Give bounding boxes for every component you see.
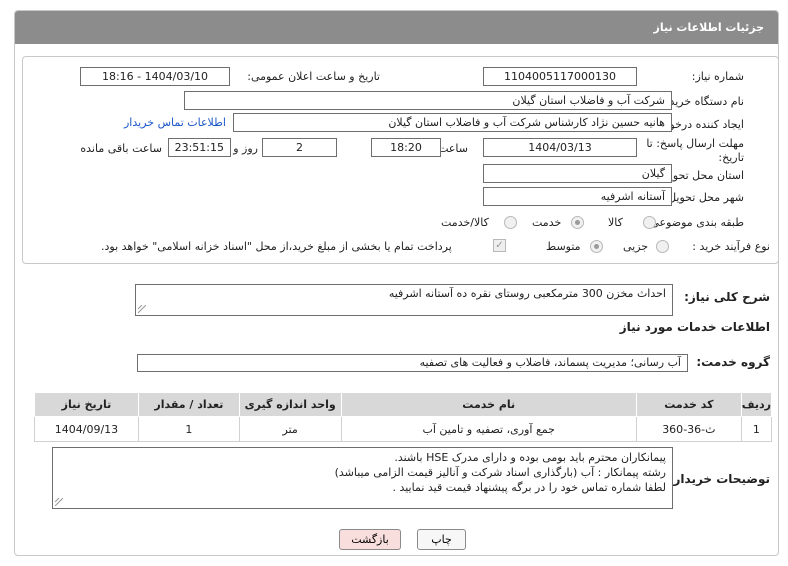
city-field: آستانه اشرفیه: [483, 187, 672, 206]
col-quantity: تعداد / مقدار: [137, 392, 240, 417]
summary-text: احداث مخزن 300 مترمکعبی روستای نقره ده آ…: [388, 287, 666, 300]
deadline-date-field: 1404/03/13: [483, 138, 637, 157]
cell-quantity: 1: [137, 416, 240, 442]
col-service-code: کد خدمت: [635, 392, 742, 417]
announce-field: 1404/03/10 - 18:16: [80, 67, 230, 86]
buyer-org-field: شرکت آب و فاضلاب استان گیلان: [184, 91, 672, 110]
category-option-service: خدمت: [532, 216, 562, 229]
table-row: 1 ث-36-360 جمع آوری، تصفیه و تامین آب مت…: [34, 416, 773, 442]
process-radio-minor[interactable]: [656, 240, 669, 253]
days-field: 2: [262, 138, 337, 157]
window-title: جزئیات اطلاعات نیاز: [15, 11, 778, 44]
category-radio-goods[interactable]: [643, 216, 656, 229]
service-group-field: آب رسانی؛ مدیریت پسماند، فاضلاب و فعالیت…: [137, 354, 688, 372]
print-button[interactable]: چاپ: [417, 529, 466, 550]
treasury-payment-checkbox[interactable]: ✓: [493, 239, 506, 252]
cell-row: 1: [740, 416, 773, 442]
need-number-field: 1104005117000130: [483, 67, 637, 86]
category-radio-goods-service[interactable]: [504, 216, 517, 229]
cell-service-name: جمع آوری، تصفیه و تامین آب: [340, 416, 637, 442]
category-option-goods: کالا: [608, 216, 623, 229]
deadline-time-label: ساعت: [438, 142, 468, 155]
buyer-contact-link[interactable]: اطلاعات تماس خریدار: [124, 116, 226, 129]
need-number-label: شماره نیاز:: [691, 70, 744, 83]
back-button[interactable]: بازگشت: [339, 529, 401, 550]
remaining-time-field: 23:51:15: [168, 138, 231, 157]
requester-field: هانیه حسین نژاد کارشناس شرکت آب و فاضلاب…: [233, 113, 672, 132]
buyer-notes-textarea[interactable]: پیمانکاران محترم باید بومی بوده و دارای …: [52, 447, 673, 509]
category-option-goods-service: کالا/خدمت: [441, 216, 489, 229]
services-section-title: اطلاعات خدمات مورد نیاز: [619, 320, 770, 334]
process-label: نوع فرآیند خرید :: [692, 240, 770, 253]
cell-unit: متر: [238, 416, 342, 442]
process-option-minor: جزیی: [623, 240, 649, 253]
services-table: ردیف کد خدمت نام خدمت واحد اندازه گیری ت…: [34, 392, 773, 442]
summary-textarea[interactable]: احداث مخزن 300 مترمکعبی روستای نقره ده آ…: [135, 284, 673, 316]
deadline-time-field: 18:20: [371, 138, 441, 157]
days-label: روز و: [233, 142, 258, 155]
buyer-notes-line: پیمانکاران محترم باید بومی بوده و دارای …: [394, 451, 666, 464]
col-need-date: تاریخ نیاز: [34, 392, 139, 417]
category-radio-service[interactable]: [571, 216, 584, 229]
cell-service-code: ث-36-360: [635, 416, 742, 442]
resize-grip-icon[interactable]: [55, 498, 63, 506]
remaining-label: ساعت باقی مانده: [80, 142, 162, 155]
buyer-notes-line: لطفا شماره تماس خود را در برگه پیشنهاد ق…: [392, 481, 666, 494]
summary-label: شرح کلی نیاز:: [684, 290, 770, 304]
cell-need-date: 1404/09/13: [34, 416, 139, 442]
process-option-medium: متوسط: [546, 240, 581, 253]
col-unit: واحد اندازه گیری: [238, 392, 342, 417]
service-group-label: گروه خدمت:: [696, 355, 770, 369]
process-radio-medium[interactable]: [590, 240, 603, 253]
col-service-name: نام خدمت: [340, 392, 637, 417]
buyer-notes-label: توضیحات خریدار:: [668, 472, 770, 486]
table-header-row: ردیف کد خدمت نام خدمت واحد اندازه گیری ت…: [34, 392, 773, 417]
announce-label: تاریخ و ساعت اعلان عمومی:: [247, 70, 380, 83]
buyer-notes-line: رشته پیمانکار : آب (بارگذاری اسناد شرکت …: [334, 466, 666, 479]
province-field: گیلان: [483, 164, 672, 183]
col-row: ردیف: [740, 392, 773, 417]
resize-grip-icon[interactable]: [138, 305, 146, 313]
deadline-label: مهلت ارسال پاسخ: تا تاریخ:: [646, 137, 744, 164]
category-label: طبقه بندی موضوعی:: [646, 216, 744, 229]
payment-note: پرداخت تمام یا بخشی از مبلغ خرید،از محل …: [101, 240, 452, 253]
city-label: شهر محل تحویل:: [664, 191, 744, 204]
